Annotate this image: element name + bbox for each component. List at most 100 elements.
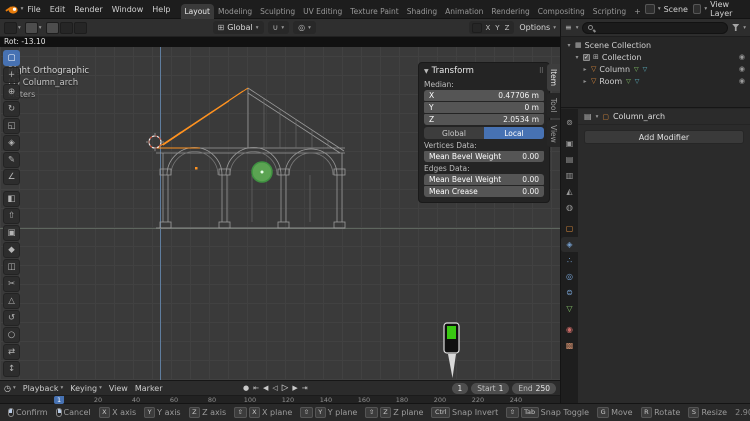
play-reverse-button[interactable]: ◁ xyxy=(272,384,277,392)
menu-window[interactable]: Window xyxy=(108,4,148,15)
search-input[interactable] xyxy=(582,22,728,34)
sidebar-tab-tool[interactable]: Tool xyxy=(547,93,560,118)
tab-object-data[interactable]: ▽ xyxy=(561,301,578,316)
outliner-row-column[interactable]: ▸ ▽ Column ▽ ▽ ◉ xyxy=(561,63,750,75)
tab-render[interactable]: ▣ xyxy=(561,136,578,151)
tab-view-layer[interactable]: ▥ xyxy=(561,168,578,183)
selected-vertex[interactable] xyxy=(195,167,198,170)
tool-rotate[interactable]: ↻ xyxy=(3,101,20,117)
tool-bevel[interactable]: ◆ xyxy=(3,242,20,258)
vertex-select-mode-button[interactable] xyxy=(46,22,59,34)
rotate-gizmo[interactable] xyxy=(252,162,272,182)
disclosure-icon[interactable]: ▸ xyxy=(582,66,588,73)
keying-menu[interactable]: Keying▾ xyxy=(70,384,102,393)
next-keyframe-button[interactable]: ▶ xyxy=(292,384,297,392)
global-tab[interactable]: Global xyxy=(424,127,484,139)
menu-edit[interactable]: Edit xyxy=(46,4,70,15)
workspace-tab-texture-paint[interactable]: Texture Paint xyxy=(346,4,402,19)
tool-transform[interactable]: ◈ xyxy=(3,135,20,151)
editor-type-icon[interactable] xyxy=(4,22,17,34)
tab-world[interactable]: ◍ xyxy=(561,200,578,215)
edge-crease-field[interactable]: Mean Crease0.00 xyxy=(424,186,544,197)
workspace-tab-sculpting[interactable]: Sculpting xyxy=(256,4,299,19)
disclosure-icon[interactable]: ▸ xyxy=(582,78,588,85)
menu-help[interactable]: Help xyxy=(148,4,174,15)
tool-measure[interactable]: ∠ xyxy=(3,169,20,185)
transform-orientation-dropdown[interactable]: ⊞ Global ▾ xyxy=(213,21,264,34)
workspace-tab-shading[interactable]: Shading xyxy=(403,4,441,19)
current-frame-field[interactable]: 1 xyxy=(452,383,469,394)
tab-output[interactable]: ▤ xyxy=(561,152,578,167)
mirror-z-toggle[interactable]: Z xyxy=(503,24,512,32)
timeline-ruler[interactable]: 1 0 20 40 60 80 100 120 140 160 180 200 … xyxy=(0,395,560,403)
hide-eye-icon[interactable]: ◉ xyxy=(739,53,745,61)
outliner-editor-caret-icon[interactable]: ▾ xyxy=(576,25,579,31)
jump-to-end-button[interactable]: ⇥ xyxy=(302,384,308,392)
scene-selector[interactable]: ▾ Scene xyxy=(645,4,688,14)
tool-cursor[interactable]: + xyxy=(3,67,20,83)
workspace-tab-layout[interactable]: Layout xyxy=(181,4,215,19)
workspace-tab-scripting[interactable]: Scripting xyxy=(589,4,630,19)
add-workspace-button[interactable]: + xyxy=(630,4,645,19)
proportional-editing-dropdown[interactable]: ◎ ▾ xyxy=(293,21,316,34)
tool-spin[interactable]: ↺ xyxy=(3,310,20,326)
tool-extrude-region[interactable]: ⇧ xyxy=(3,208,20,224)
tab-constraints[interactable]: ⊜ xyxy=(561,285,578,300)
tab-particles[interactable]: ∴ xyxy=(561,253,578,268)
outliner-row-collection[interactable]: ▾ ✓ ⊞ Collection ◉ xyxy=(561,51,750,63)
breadcrumb-caret-icon[interactable]: ▾ xyxy=(596,114,599,120)
filter-caret-icon[interactable]: ▾ xyxy=(743,25,746,31)
outliner-row-scene-collection[interactable]: ▾ ▦ Scene Collection xyxy=(561,39,750,51)
frame-start-field[interactable]: Start1 xyxy=(471,383,509,394)
tab-tool[interactable]: ⊚ xyxy=(561,115,578,130)
filter-icon[interactable] xyxy=(732,24,739,31)
sidebar-tab-view[interactable]: View xyxy=(547,120,560,148)
vertex-bevel-weight-field[interactable]: Mean Bevel Weight0.00 xyxy=(424,151,544,162)
workspace-tab-rendering[interactable]: Rendering xyxy=(487,4,533,19)
viewport-3d[interactable]: Rot: -13.10 xyxy=(0,37,560,380)
disclosure-icon[interactable]: ▾ xyxy=(574,54,580,61)
workspace-tab-uv-editing[interactable]: UV Editing xyxy=(299,4,346,19)
play-button[interactable]: ▷ xyxy=(282,383,289,393)
median-z-field[interactable]: Z2.0534 m xyxy=(424,114,544,125)
view-menu[interactable]: View xyxy=(109,384,128,393)
hide-eye-icon[interactable]: ◉ xyxy=(739,65,745,73)
sidebar-tab-item[interactable]: Item xyxy=(547,64,560,91)
tool-select-box[interactable]: ▢ xyxy=(3,50,20,66)
tool-edge-slide[interactable]: ⇄ xyxy=(3,344,20,360)
options-dropdown[interactable]: Options ▾ xyxy=(519,23,556,32)
workspace-tab-compositing[interactable]: Compositing xyxy=(534,4,589,19)
tool-knife[interactable]: ✂ xyxy=(3,276,20,292)
tool-move[interactable]: ⊕ xyxy=(3,84,20,100)
playback-menu[interactable]: Playback▾ xyxy=(23,384,63,393)
tool-loop-cut[interactable]: ◫ xyxy=(3,259,20,275)
tab-material[interactable]: ◉ xyxy=(561,322,578,337)
tab-texture[interactable]: ▩ xyxy=(561,338,578,353)
tab-scene[interactable]: ◭ xyxy=(561,184,578,199)
face-select-mode-button[interactable] xyxy=(74,22,87,34)
outliner-editor-icon[interactable]: ≡ xyxy=(565,23,572,32)
jump-to-start-button[interactable]: ⇤ xyxy=(253,384,259,392)
mirror-y-toggle[interactable]: Y xyxy=(493,24,501,32)
auto-key-button[interactable]: ● xyxy=(243,384,249,392)
tab-object[interactable]: ▢ xyxy=(561,221,578,236)
frame-end-field[interactable]: End250 xyxy=(512,383,556,394)
menu-file[interactable]: File xyxy=(23,4,44,15)
tool-inset-faces[interactable]: ▣ xyxy=(3,225,20,241)
tool-scale[interactable]: ◱ xyxy=(3,118,20,134)
collapse-icon[interactable]: ▼ xyxy=(424,68,429,75)
tool-shrink-fatten[interactable]: ↕ xyxy=(3,361,20,377)
mode-caret-icon[interactable]: ▾ xyxy=(39,25,42,31)
previous-keyframe-button[interactable]: ◀ xyxy=(263,384,268,392)
local-tab[interactable]: Local xyxy=(484,127,544,139)
mirror-x-toggle[interactable]: X xyxy=(483,24,492,32)
panel-drag-icon[interactable]: ⠿ xyxy=(539,67,544,75)
median-x-field[interactable]: X0.47706 m xyxy=(424,90,544,101)
edge-bevel-weight-field[interactable]: Mean Bevel Weight0.00 xyxy=(424,174,544,185)
tab-physics[interactable]: ◎ xyxy=(561,269,578,284)
editor-type-caret-icon[interactable]: ▾ xyxy=(18,25,21,31)
snap-dropdown[interactable]: ∪ ▾ xyxy=(268,21,290,34)
collection-checkbox[interactable]: ✓ xyxy=(583,54,590,61)
tool-annotate[interactable]: ✎ xyxy=(3,152,20,168)
add-modifier-button[interactable]: Add Modifier xyxy=(584,130,744,144)
